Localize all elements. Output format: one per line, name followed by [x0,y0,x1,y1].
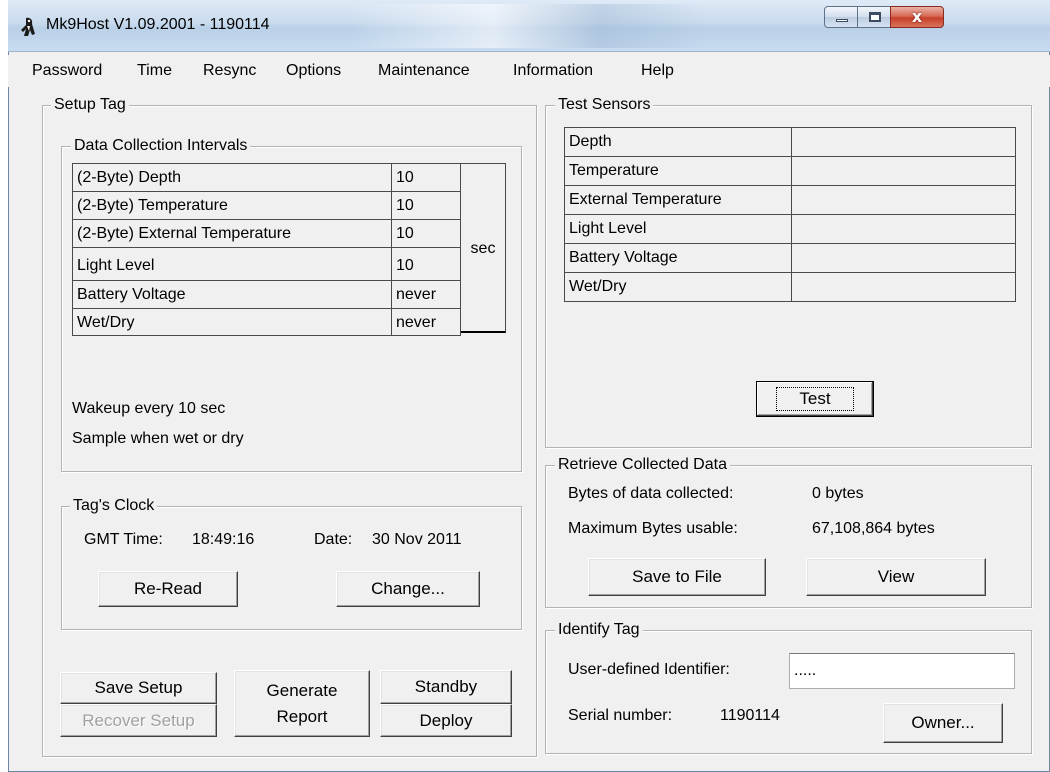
max-bytes-value: 67,108,864 bytes [812,520,935,537]
generate-report-line1: Generate [266,680,338,700]
maximize-icon [869,12,881,22]
sensor-name-temperature: Temperature [564,156,792,186]
max-bytes-label: Maximum Bytes usable: [568,520,738,537]
sensor-name-external-temperature: External Temperature [564,185,792,215]
penguin-icon [21,17,35,36]
minimize-icon [836,19,848,22]
data-collection-intervals-label: Data Collection Intervals [71,137,251,155]
test-button-label: Test [776,387,854,411]
tags-clock-label: Tag's Clock [70,497,158,515]
menu-password[interactable]: Password [32,62,102,80]
sensor-value-light-level [791,214,1016,244]
serial-number-label: Serial number: [568,707,673,724]
sensor-value-battery-voltage [791,243,1016,273]
menu-information[interactable]: Information [513,62,593,80]
interval-name-depth: (2-Byte) Depth [72,163,392,192]
change-clock-button[interactable]: Change... [336,571,480,607]
sensor-value-wet-dry [791,272,1016,302]
generate-report-line2: Report [276,706,328,726]
view-button[interactable]: View [806,558,986,596]
bytes-collected-value: 0 bytes [812,485,864,502]
save-setup-button[interactable]: Save Setup [60,672,217,704]
maximize-button[interactable] [857,6,891,28]
menu-maintenance[interactable]: Maintenance [378,62,470,80]
save-to-file-button[interactable]: Save to File [588,558,766,596]
sensor-value-depth [791,127,1016,157]
sensor-name-light-level: Light Level [564,214,792,244]
date-label: Date: [314,531,353,548]
menu-options[interactable]: Options [286,62,341,80]
standby-button[interactable]: Standby [380,670,512,704]
close-icon: x [911,7,923,26]
owner-button[interactable]: Owner... [883,703,1003,743]
bytes-collected-label: Bytes of data collected: [568,485,734,502]
interval-name-light-level: Light Level [72,247,392,281]
wakeup-text: Wakeup every 10 sec [72,400,226,417]
serial-number-value: 1190114 [720,707,780,724]
interval-name-temperature: (2-Byte) Temperature [72,191,392,220]
minimize-button[interactable] [824,6,858,28]
interval-value-depth[interactable]: 10 [391,163,461,192]
gmt-time-label: GMT Time: [84,531,163,548]
recover-setup-button[interactable]: Recover Setup [60,704,217,737]
interval-name-wet-dry: Wet/Dry [72,308,392,336]
menu-resync[interactable]: Resync [203,62,256,80]
gmt-time-value: 18:49:16 [192,531,255,548]
sensor-value-external-temperature [791,185,1016,215]
sensor-name-wet-dry: Wet/Dry [564,272,792,302]
date-value: 30 Nov 2011 [372,531,462,548]
sensor-value-temperature [791,156,1016,186]
test-sensors-label: Test Sensors [555,96,654,114]
window-title: Mk9Host V1.09.2001 - 1190114 [46,16,270,33]
user-id-label: User-defined Identifier: [568,661,730,678]
interval-value-battery-voltage[interactable]: never [391,280,461,309]
generate-report-button[interactable]: Generate Report [234,670,370,737]
menu-bar: Password Time Resync Options Maintenance… [8,55,1050,87]
sample-text: Sample when wet or dry [72,430,244,447]
interval-name-external-temperature: (2-Byte) External Temperature [72,219,392,248]
user-id-input[interactable] [789,653,1015,689]
menu-time[interactable]: Time [137,62,172,80]
interval-unit: sec [460,163,506,333]
setup-tag-label: Setup Tag [51,96,129,114]
test-button[interactable]: Test [756,381,874,417]
interval-name-battery-voltage: Battery Voltage [72,280,392,309]
tags-clock-group [61,506,522,630]
close-button[interactable]: x [890,6,944,28]
deploy-button[interactable]: Deploy [380,704,512,737]
retrieve-data-label: Retrieve Collected Data [555,456,730,474]
sensor-name-depth: Depth [564,127,792,157]
interval-value-wet-dry[interactable]: never [391,308,461,336]
sensor-name-battery-voltage: Battery Voltage [564,243,792,273]
interval-value-temperature[interactable]: 10 [391,191,461,220]
interval-value-external-temperature[interactable]: 10 [391,219,461,248]
interval-value-light-level[interactable]: 10 [391,247,461,281]
menu-help[interactable]: Help [641,62,674,80]
reread-button[interactable]: Re-Read [98,571,238,607]
identify-tag-label: Identify Tag [555,621,643,639]
